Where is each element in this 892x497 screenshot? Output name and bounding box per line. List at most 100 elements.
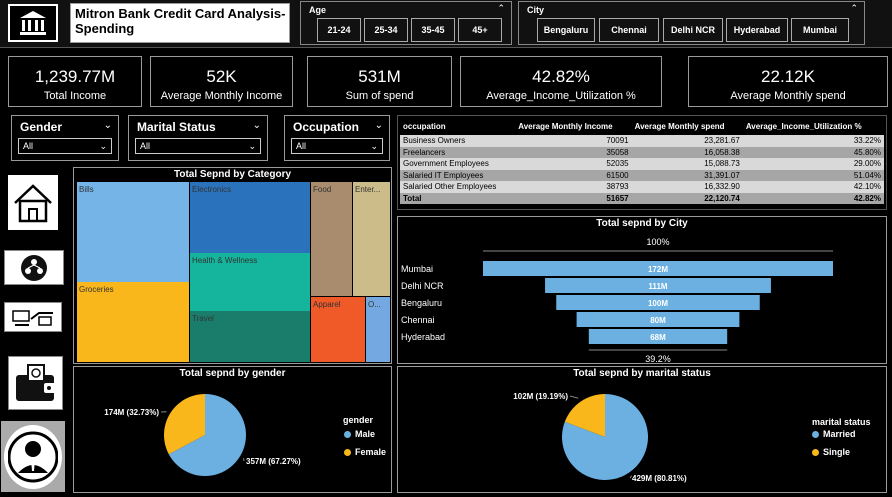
marital-pie-panel: Total sepnd by marital status 429M (80.8… (397, 366, 887, 493)
table-header-income-utilization[interactable]: Average_Income_Utilization % (742, 118, 884, 135)
chevron-up-icon[interactable]: ⌃ (497, 3, 505, 14)
gender-filter-label: Gender (20, 120, 63, 134)
treemap-cell-health-wellness[interactable]: Health & Wellness (190, 253, 310, 311)
treemap-cell-electronics[interactable]: Electronics (190, 182, 310, 253)
funnel-category-label: Chennai (401, 315, 435, 325)
legend-swatch (812, 430, 819, 438)
nav-people-network-button[interactable] (4, 250, 64, 285)
kpi-label: Sum of spend (345, 90, 414, 102)
city-option-chennai[interactable]: Chennai (599, 18, 659, 42)
gender-select[interactable]: All ⌄ (18, 138, 112, 154)
city-option-delhi-ncr[interactable]: Delhi NCR (663, 18, 723, 42)
kpi-label: Total Income (43, 90, 107, 102)
nav-wallet-button[interactable] (8, 356, 63, 410)
funnel-value-label: 68M (650, 333, 666, 342)
kpi-avg-monthly-spend: 22.12K Average Monthly spend (688, 56, 888, 107)
page-title-box: Mitron Bank Credit Card Analysis- Spendi… (70, 3, 290, 43)
treemap-cell-entertainment[interactable]: Enter... (353, 182, 390, 296)
city-slicer-label: City (527, 5, 545, 15)
chevron-down-icon[interactable]: ⌄ (253, 120, 261, 131)
table-header-avg-monthly-income[interactable]: Average Monthly Income (515, 118, 632, 135)
funnel-title: Total sepnd by City (596, 218, 688, 229)
legend-swatch (344, 430, 351, 438)
funnel-value-label: 100M (648, 299, 668, 308)
table-cell: 52035 (515, 158, 632, 170)
kpi-label: Average Monthly Income (160, 90, 283, 102)
legend-item-single[interactable]: Single (812, 447, 850, 457)
marital-status-select[interactable]: All ⌄ (135, 138, 261, 154)
age-option-25-34[interactable]: 25-34 (364, 18, 408, 42)
marital-status-filter: Marital Status ⌄ All ⌄ (128, 115, 268, 161)
funnel-category-label: Bengaluru (401, 298, 442, 308)
funnel-bottom-percent: 39.2% (645, 354, 671, 363)
table-cell: 42.10% (742, 181, 884, 193)
table-cell: 51657 (515, 192, 632, 204)
treemap-cell-groceries[interactable]: Groceries (77, 282, 189, 362)
treemap-title: Total Sepnd by Category (173, 169, 292, 180)
legend-item-male[interactable]: Male (344, 429, 375, 439)
city-funnel-panel: Total sepnd by City 100% 172M Mumbai 111M De… (397, 216, 887, 364)
legend-item-married[interactable]: Married (812, 429, 856, 439)
legend-label: Male (355, 429, 376, 439)
chevron-down-icon: ⌄ (248, 141, 256, 151)
treemap-cell-apparel[interactable]: Apparel (311, 297, 365, 362)
legend-label: Married (823, 429, 856, 439)
table-cell: 42.82% (742, 192, 884, 204)
table-cell: 51.04% (742, 169, 884, 181)
table-row[interactable]: Government Employees 52035 15,088.73 29.… (400, 158, 884, 170)
gender-filter: Gender ⌄ All ⌄ (11, 115, 119, 161)
city-option-hyderabad[interactable]: Hyderabad (726, 18, 788, 42)
table-header-occupation[interactable]: occupation (400, 118, 516, 135)
age-slicer: Age ⌃ 21-24 25-34 35-45 45+ (300, 1, 512, 45)
occupation-filter-label: Occupation (293, 120, 360, 134)
legend-item-female[interactable]: Female (344, 447, 386, 457)
kpi-value: 42.82% (532, 67, 590, 86)
occupation-table: occupation Average Monthly Income Averag… (400, 118, 884, 204)
nav-money-exchange-button[interactable] (4, 302, 62, 332)
city-option-mumbai[interactable]: Mumbai (791, 18, 849, 42)
nav-user-button[interactable] (1, 421, 65, 492)
pie-data-label: 102M (19.19%) (513, 392, 568, 401)
funnel-category-label: Delhi NCR (401, 281, 444, 291)
table-cell: 31,391.07 (631, 169, 743, 181)
table-cell: 16,058.38 (631, 146, 743, 158)
treemap-cell-others[interactable]: O... (366, 297, 390, 362)
age-option-45-plus[interactable]: 45+ (458, 18, 502, 42)
age-option-21-24[interactable]: 21-24 (317, 18, 361, 42)
table-header-avg-monthly-spend[interactable]: Average Monthly spend (631, 118, 743, 135)
table-cell: Salaried IT Employees (400, 169, 516, 181)
table-cell: 70091 (515, 135, 632, 147)
treemap-cell-food[interactable]: Food (311, 182, 352, 296)
chevron-up-icon[interactable]: ⌃ (850, 3, 858, 14)
table-row[interactable]: Business Owners 70091 23,281.67 33.22% (400, 135, 884, 147)
city-option-bengaluru[interactable]: Bengaluru (537, 18, 595, 42)
legend-swatch (812, 448, 819, 456)
chevron-down-icon: ⌄ (370, 141, 378, 151)
city-slicer: City ⌃ Bengaluru Chennai Delhi NCR Hyder… (518, 1, 865, 45)
table-cell: 29.00% (742, 158, 884, 170)
age-option-35-45[interactable]: 35-45 (411, 18, 455, 42)
table-cell: 15,088.73 (631, 158, 743, 170)
pie-data-label: 357M (67.27%) (246, 457, 301, 466)
table-cell: 23,281.67 (631, 135, 743, 147)
kpi-value: 1,239.77M (34, 67, 116, 86)
table-row[interactable]: Salaried IT Employees 61500 31,391.07 51… (400, 169, 884, 181)
nav-home-button[interactable] (8, 175, 58, 230)
table-row[interactable]: Freelancers 35058 16,058.38 45.80% (400, 146, 884, 158)
kpi-avg-monthly-income: 52K Average Monthly Income (150, 56, 293, 107)
wallet-icon (15, 364, 56, 401)
funnel-category-label: Hyderabad (401, 332, 445, 342)
legend-label: Single (823, 447, 851, 457)
table-total-row: Total 51657 22,120.74 42.82% (400, 192, 884, 204)
table-cell: Government Employees (400, 158, 516, 170)
funnel-top-percent: 100% (646, 237, 669, 247)
table-row[interactable]: Salaried Other Employees 38793 16,332.90… (400, 181, 884, 193)
table-cell: Freelancers (400, 146, 516, 158)
chevron-down-icon[interactable]: ⌄ (104, 120, 112, 131)
treemap-cell-bills[interactable]: Bills (77, 182, 189, 282)
treemap-cell-travel[interactable]: Travel (190, 311, 310, 362)
table-cell: 45.80% (742, 146, 884, 158)
occupation-select[interactable]: All ⌄ (291, 138, 383, 154)
chevron-down-icon[interactable]: ⌄ (375, 120, 383, 131)
chevron-down-icon: ⌄ (99, 141, 107, 151)
